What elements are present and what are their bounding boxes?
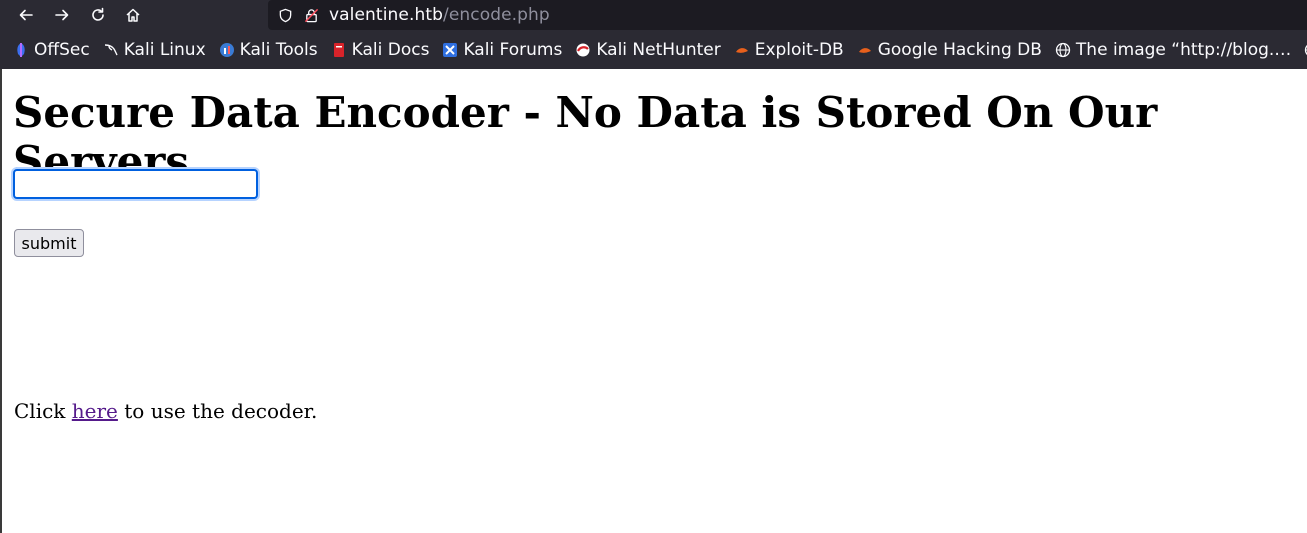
bookmark-label: OffSec — [34, 40, 90, 60]
bookmark-label: Kali Tools — [239, 40, 318, 60]
tracking-shield-icon[interactable] — [277, 7, 293, 23]
insecure-lock-icon[interactable] — [303, 7, 319, 23]
reload-button[interactable] — [84, 2, 112, 28]
submit-button[interactable]: submit — [14, 229, 84, 257]
url-bar[interactable]: valentine.htb/encode.php — [268, 0, 1307, 30]
reload-icon — [92, 7, 104, 21]
bookmark-kali-linux[interactable]: Kali Linux — [103, 40, 206, 60]
bookmark-label: Google Hacking DB — [877, 40, 1042, 60]
bookmark-kali-nethunter[interactable]: Kali NetHunter — [575, 40, 721, 60]
click-prefix: Click — [14, 399, 72, 423]
bookmark-label: Kali NetHunter — [596, 40, 721, 60]
encode-input[interactable] — [13, 169, 258, 199]
bookmark-label: Kali Docs — [351, 40, 430, 60]
decoder-link[interactable]: here — [72, 399, 118, 423]
bookmark-label: Exploit-DB — [754, 40, 844, 60]
browser-toolbar: valentine.htb/encode.php — [0, 0, 1307, 31]
home-button[interactable] — [119, 2, 147, 28]
bookmark-label: Kali Linux — [123, 40, 206, 60]
bookmark-label: Kali Forums — [463, 40, 563, 60]
globe-icon — [1055, 42, 1071, 58]
url-text[interactable]: valentine.htb/encode.php — [329, 5, 550, 25]
forward-button[interactable] — [48, 2, 76, 28]
kali-dragon-icon — [103, 42, 119, 58]
bookmarks-bar: OffSec Kali Linux Kali Tools Kali Docs K… — [0, 31, 1307, 69]
bookmark-exploit-db[interactable]: Exploit-DB — [734, 40, 844, 60]
bookmark-the-image[interactable]: The image “http://blog.… — [1055, 40, 1291, 60]
page-content: Secure Data Encoder - No Data is Stored … — [0, 69, 1307, 533]
bookmark-kali-forums[interactable]: Kali Forums — [442, 40, 562, 60]
kali-forums-icon — [442, 42, 458, 58]
browser-chrome: valentine.htb/encode.php OffSec Kali Lin… — [0, 0, 1307, 69]
back-arrow-icon — [19, 9, 33, 21]
ghdb-icon — [857, 42, 873, 58]
bookmark-label: The image “http://blog.… — [1075, 40, 1292, 60]
offsec-icon — [13, 42, 29, 58]
forward-arrow-icon — [55, 9, 69, 21]
back-button[interactable] — [12, 2, 40, 28]
bookmark-offsec[interactable]: OffSec — [13, 40, 90, 60]
kali-docs-icon — [331, 42, 347, 58]
bookmark-google-hacking-db[interactable]: Google Hacking DB — [857, 40, 1042, 60]
decoder-link-line: Click here to use the decoder. — [14, 399, 317, 423]
bookmark-kali-tools[interactable]: Kali Tools — [219, 40, 318, 60]
url-path: /encode.php — [443, 5, 550, 25]
click-suffix: to use the decoder. — [117, 399, 318, 423]
exploit-db-icon — [734, 42, 750, 58]
bookmark-kali-docs[interactable]: Kali Docs — [331, 40, 430, 60]
home-icon — [126, 8, 140, 22]
nethunter-icon — [575, 42, 591, 58]
url-host: valentine.htb — [329, 5, 443, 25]
kali-tools-icon — [219, 42, 235, 58]
